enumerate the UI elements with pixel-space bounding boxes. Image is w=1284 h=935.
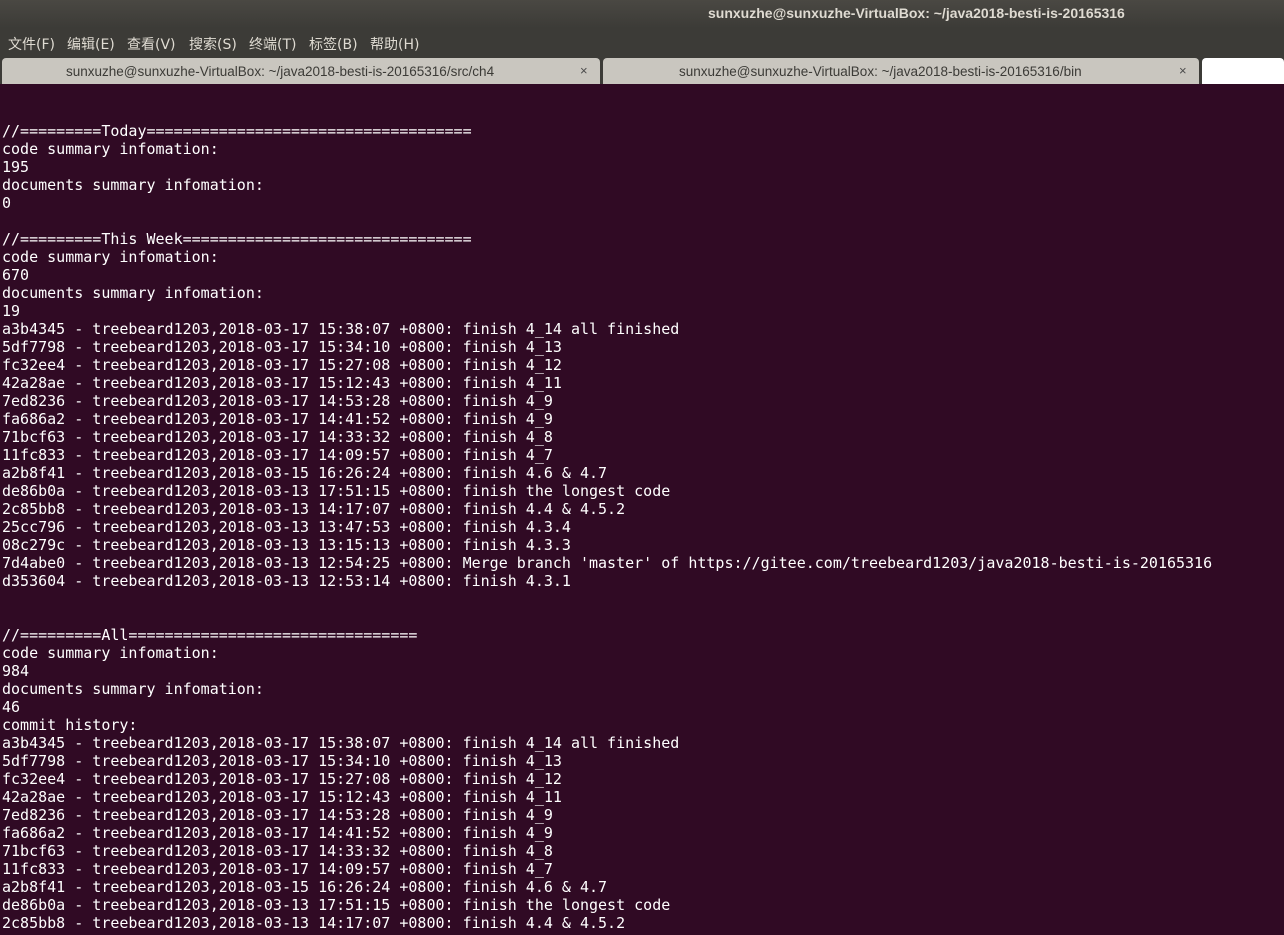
terminal-line: documents summary infomation:: [2, 680, 264, 698]
tab-label: sunxuzhe@sunxuzhe-VirtualBox: ~/java2018…: [66, 64, 495, 79]
terminal-line: 195: [2, 158, 30, 176]
terminal-line: d353604 - treebeard1203,2018-03-13 12:53…: [2, 572, 571, 590]
menu-tabs[interactable]: 标签(B): [309, 34, 358, 54]
terminal-line: 670: [2, 266, 30, 284]
terminal-line: 5df7798 - treebeard1203,2018-03-17 15:34…: [2, 338, 562, 356]
tab-label: sunxuzhe@sunxuzhe-VirtualBox: ~/java2018…: [679, 64, 1082, 79]
terminal-output[interactable]: //=========Today========================…: [2, 86, 1284, 935]
terminal-line: 0: [2, 194, 12, 212]
terminal-line: code summary infomation:: [2, 644, 219, 662]
menu-help[interactable]: 帮助(H): [370, 34, 419, 54]
terminal-line: fc32ee4 - treebeard1203,2018-03-17 15:27…: [2, 770, 562, 788]
tab-active[interactable]: [1202, 58, 1284, 84]
terminal-line: de86b0a - treebeard1203,2018-03-13 17:51…: [2, 482, 671, 500]
tab-bin[interactable]: sunxuzhe@sunxuzhe-VirtualBox: ~/java2018…: [603, 58, 1199, 84]
terminal-line: a2b8f41 - treebeard1203,2018-03-15 16:26…: [2, 878, 608, 896]
terminal-line: 7ed8236 - treebeard1203,2018-03-17 14:53…: [2, 806, 553, 824]
menu-terminal[interactable]: 终端(T): [249, 34, 296, 54]
terminal-line: fa686a2 - treebeard1203,2018-03-17 14:41…: [2, 410, 553, 428]
terminal-window: sunxuzhe@sunxuzhe-VirtualBox: ~/java2018…: [0, 0, 1284, 935]
terminal-line: a2b8f41 - treebeard1203,2018-03-15 16:26…: [2, 464, 608, 482]
terminal-line: fc32ee4 - treebeard1203,2018-03-17 15:27…: [2, 356, 562, 374]
terminal-line: 7d4abe0 - treebeard1203,2018-03-13 12:54…: [2, 554, 1213, 572]
terminal-line: 11fc833 - treebeard1203,2018-03-17 14:09…: [2, 446, 553, 464]
tab-bar: sunxuzhe@sunxuzhe-VirtualBox: ~/java2018…: [0, 56, 1284, 84]
terminal-line: code summary infomation:: [2, 140, 219, 158]
terminal-line: a3b4345 - treebeard1203,2018-03-17 15:38…: [2, 734, 680, 752]
terminal-line: 25cc796 - treebeard1203,2018-03-13 13:47…: [2, 518, 571, 536]
terminal-line: 71bcf63 - treebeard1203,2018-03-17 14:33…: [2, 842, 553, 860]
close-icon[interactable]: ×: [1179, 63, 1187, 78]
terminal-line: //=========All==========================…: [2, 626, 418, 644]
menu-view[interactable]: 查看(V): [127, 34, 176, 54]
title-bar[interactable]: sunxuzhe@sunxuzhe-VirtualBox: ~/java2018…: [0, 0, 1284, 28]
terminal-line: 2c85bb8 - treebeard1203,2018-03-13 14:17…: [2, 914, 626, 932]
terminal-line: documents summary infomation:: [2, 284, 264, 302]
terminal-line: 7ed8236 - treebeard1203,2018-03-17 14:53…: [2, 392, 553, 410]
terminal-line: commit history:: [2, 716, 138, 734]
terminal-line: 71bcf63 - treebeard1203,2018-03-17 14:33…: [2, 428, 553, 446]
window-title: sunxuzhe@sunxuzhe-VirtualBox: ~/java2018…: [708, 5, 1125, 21]
terminal-line: de86b0a - treebeard1203,2018-03-13 17:51…: [2, 896, 671, 914]
terminal-line: documents summary infomation:: [2, 176, 264, 194]
terminal-line: //=========Today========================…: [2, 122, 472, 140]
menu-bar: 文件(F) 编辑(E) 查看(V) 搜索(S) 终端(T) 标签(B) 帮助(H…: [0, 28, 1284, 56]
terminal-line: 11fc833 - treebeard1203,2018-03-17 14:09…: [2, 860, 553, 878]
terminal-line: 42a28ae - treebeard1203,2018-03-17 15:12…: [2, 374, 562, 392]
terminal-line: 2c85bb8 - treebeard1203,2018-03-13 14:17…: [2, 500, 626, 518]
tab-src-ch4[interactable]: sunxuzhe@sunxuzhe-VirtualBox: ~/java2018…: [2, 58, 600, 84]
terminal-line: 19: [2, 302, 21, 320]
terminal-line: 984: [2, 662, 30, 680]
terminal-line: //=========This Week====================…: [2, 230, 472, 248]
terminal-line: 5df7798 - treebeard1203,2018-03-17 15:34…: [2, 752, 562, 770]
menu-search[interactable]: 搜索(S): [189, 34, 237, 54]
terminal-line: 42a28ae - treebeard1203,2018-03-17 15:12…: [2, 788, 562, 806]
menu-edit[interactable]: 编辑(E): [67, 34, 115, 54]
terminal-line: 08c279c - treebeard1203,2018-03-13 13:15…: [2, 536, 571, 554]
menu-file[interactable]: 文件(F): [8, 34, 55, 54]
terminal-line: code summary infomation:: [2, 248, 219, 266]
terminal-line: fa686a2 - treebeard1203,2018-03-17 14:41…: [2, 824, 553, 842]
close-icon[interactable]: ×: [580, 63, 588, 78]
terminal-line: 46: [2, 698, 21, 716]
terminal-line: a3b4345 - treebeard1203,2018-03-17 15:38…: [2, 320, 680, 338]
